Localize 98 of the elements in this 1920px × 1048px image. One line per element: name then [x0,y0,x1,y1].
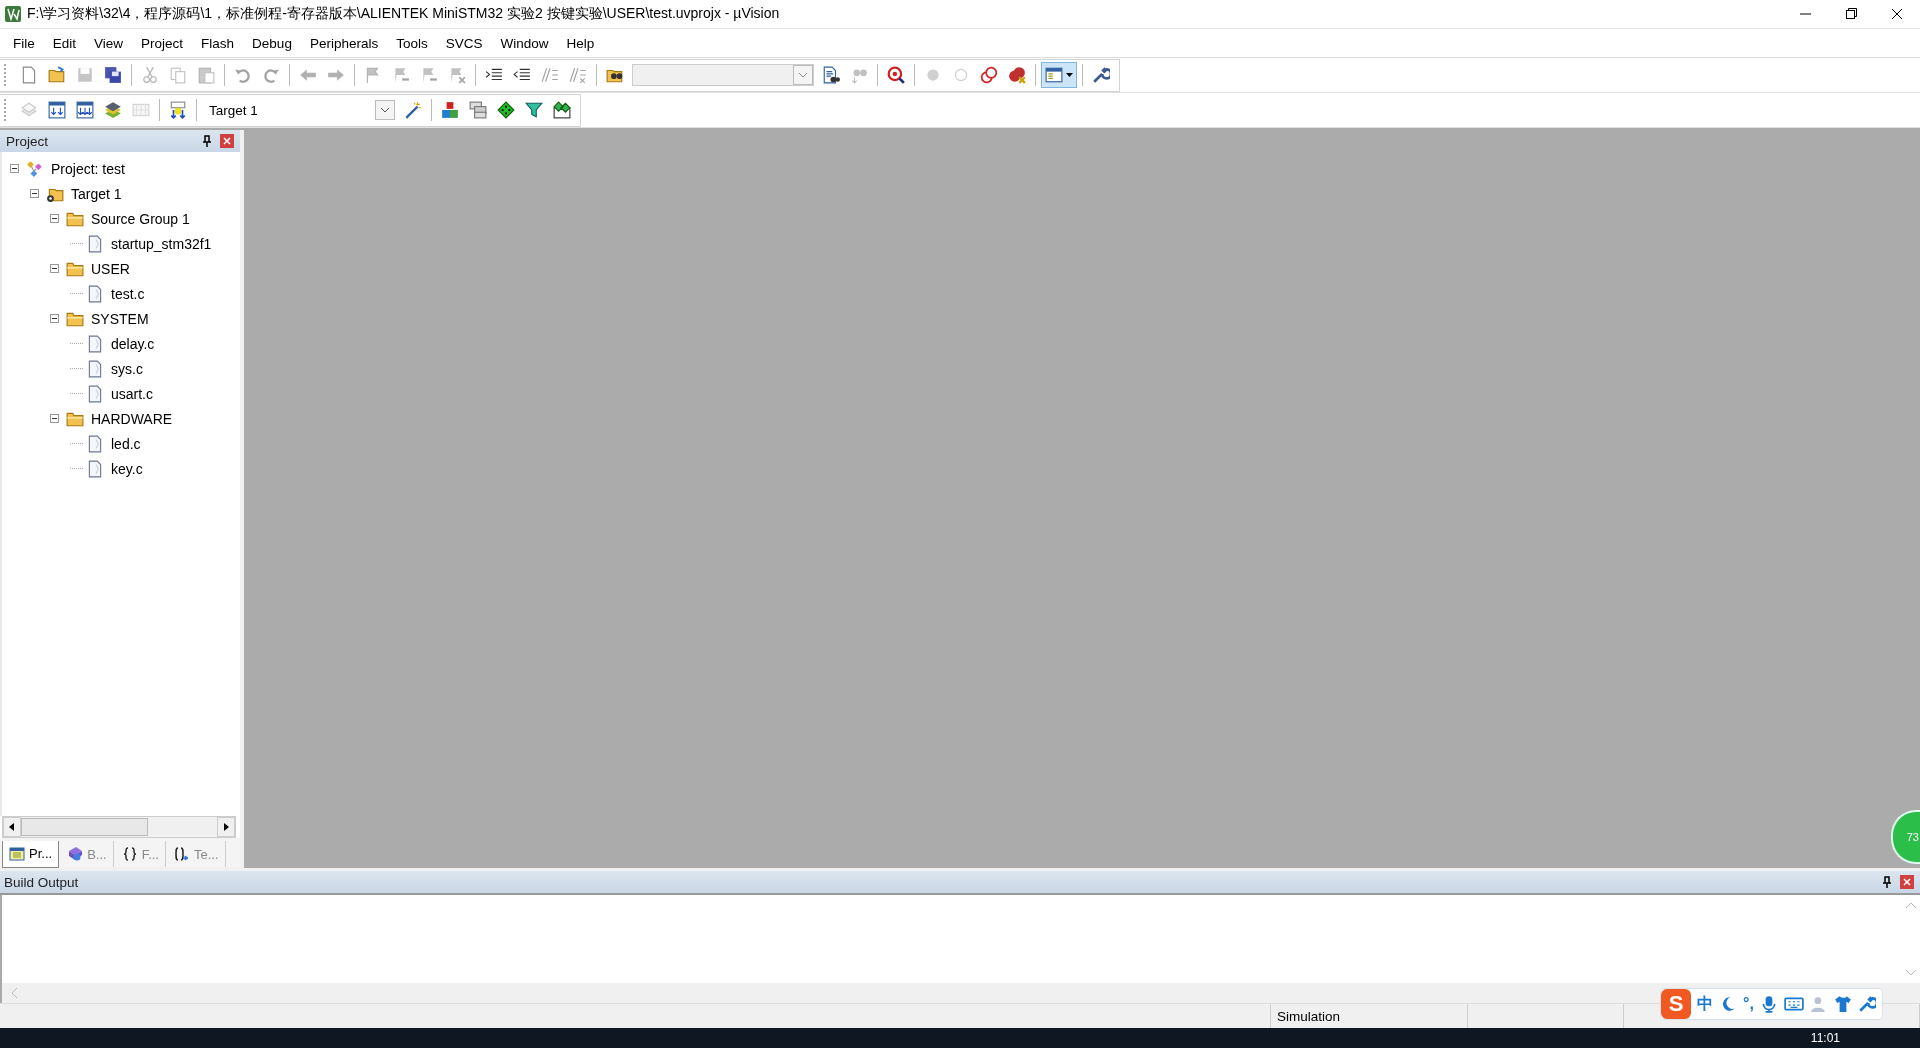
empty-circle-icon [952,66,970,84]
diamonds-box-icon [553,101,571,119]
tree-item[interactable]: usart.c [111,385,153,402]
wrench-icon [1092,66,1110,84]
tree-item[interactable]: Project: test [51,160,125,177]
menu-item[interactable]: Help [557,35,604,51]
collapse-toggle-icon[interactable] [50,314,59,323]
book-question-icon [67,846,84,862]
collapse-toggle-icon[interactable] [10,164,19,173]
stacked-windows-icon [469,101,487,119]
file-icon [86,334,104,353]
tree-item[interactable]: USER [91,260,130,277]
wrench-icon[interactable] [1857,995,1876,1013]
scroll-right-icon[interactable] [217,817,235,837]
braces-icon [121,846,138,862]
window-title: F:\学习资料\32\4，程序源码\1，标准例程-寄存器版本\ALIENTEK MiniSTM32 实验2 按键实验\USER\test.uvprojx - µVision [27,5,781,23]
file-icon [86,284,104,303]
file-icon [86,234,104,253]
floppy-disks-icon [104,66,122,84]
panel-tab[interactable]: Pr... [2,840,60,868]
window-icon [1045,66,1063,84]
menu-item[interactable]: Peripherals [300,35,388,51]
menu-item[interactable]: Project [132,35,193,51]
file-icon [86,434,104,453]
flag-icon [364,66,382,84]
tree-item[interactable]: SYSTEM [91,310,149,327]
magic-wand-icon [404,101,422,119]
shirt-icon[interactable] [1833,995,1852,1013]
caret-icon [1066,73,1073,77]
menu-item[interactable]: Tools [387,35,437,51]
app-logo-icon [5,6,21,22]
flag-arrow-icon [420,66,438,84]
tree-item[interactable]: startup_stm32f1 [111,235,212,252]
undo-arrow-icon [234,66,252,84]
brackets-arrow-icon [174,846,190,862]
menu-item[interactable]: Flash [192,35,244,51]
panel-title: Project [6,133,50,149]
tree-item[interactable]: led.c [111,435,141,452]
menu-item[interactable]: Edit [43,35,86,51]
redo-arrow-icon [262,66,280,84]
collapse-toggle-icon[interactable] [50,264,59,273]
menu-item[interactable]: Window [491,35,558,51]
window-down-arrows-icon [48,101,66,119]
dotted-diamond-icon [497,101,515,119]
file-icon [86,359,104,378]
tree-item[interactable]: delay.c [111,335,155,352]
uncomment-slashes-icon [569,66,587,84]
layers-icon [104,101,122,119]
window-list-icon [9,845,25,862]
copy-icon [169,66,187,84]
linked-circles-icon [980,66,998,84]
filled-circle-icon [924,66,942,84]
collapse-toggle-icon[interactable] [50,414,59,423]
close-icon[interactable] [220,134,234,148]
ime-mode-toggle[interactable]: 中 [1697,993,1713,1015]
magnifier-icon [887,66,905,84]
circles-cross-icon [1008,66,1026,84]
menu-item[interactable]: Debug [243,35,301,51]
keyboard-icon[interactable] [1783,996,1804,1012]
tree-item[interactable]: Source Group 1 [91,210,190,227]
scrollbar-thumb[interactable] [21,818,148,836]
colored-blocks-icon [441,101,459,119]
scissors-icon [141,66,159,84]
grid-cross-icon [132,101,150,119]
project-diamonds-icon [26,159,44,178]
tree-item[interactable]: Target 1 [71,185,122,202]
document-binoculars-icon [822,66,840,84]
download-arrows-icon [169,101,187,119]
stacked-pages-icon [20,101,38,119]
menu-item[interactable]: View [85,35,133,51]
menu-item[interactable]: File [4,35,44,51]
window-down-arrows-icon [76,101,94,119]
punctuation-toggle[interactable]: °, [1743,995,1754,1013]
clock-text: 11:01 [1810,1031,1840,1045]
binoculars-arrow-icon [850,66,868,84]
window-button[interactable] [1041,62,1077,88]
tree-item[interactable]: sys.c [111,360,143,377]
scroll-left-icon[interactable] [3,817,21,837]
tree-item[interactable]: test.c [111,285,145,302]
collapse-toggle-icon[interactable] [50,214,59,223]
status-text: Simulation [1277,1008,1341,1024]
collapse-toggle-icon[interactable] [30,189,39,198]
folder-icon [48,66,66,84]
tree-item[interactable]: key.c [111,460,143,477]
comment-slashes-icon [541,66,559,84]
flag-arrow-icon [392,66,410,84]
pin-icon[interactable] [202,135,212,147]
funnel-icon [525,101,543,119]
pin-icon[interactable] [1882,876,1892,888]
file-icon [86,384,104,403]
close-icon[interactable] [1900,875,1914,889]
flag-cross-icon [448,66,466,84]
menu-item[interactable]: SVCS [436,35,492,51]
tree-item[interactable]: HARDWARE [91,410,173,427]
file-icon [86,459,104,478]
clipboard-icon [197,66,215,84]
blank-page-icon [20,66,38,84]
panel-title: Build Output [4,874,80,890]
